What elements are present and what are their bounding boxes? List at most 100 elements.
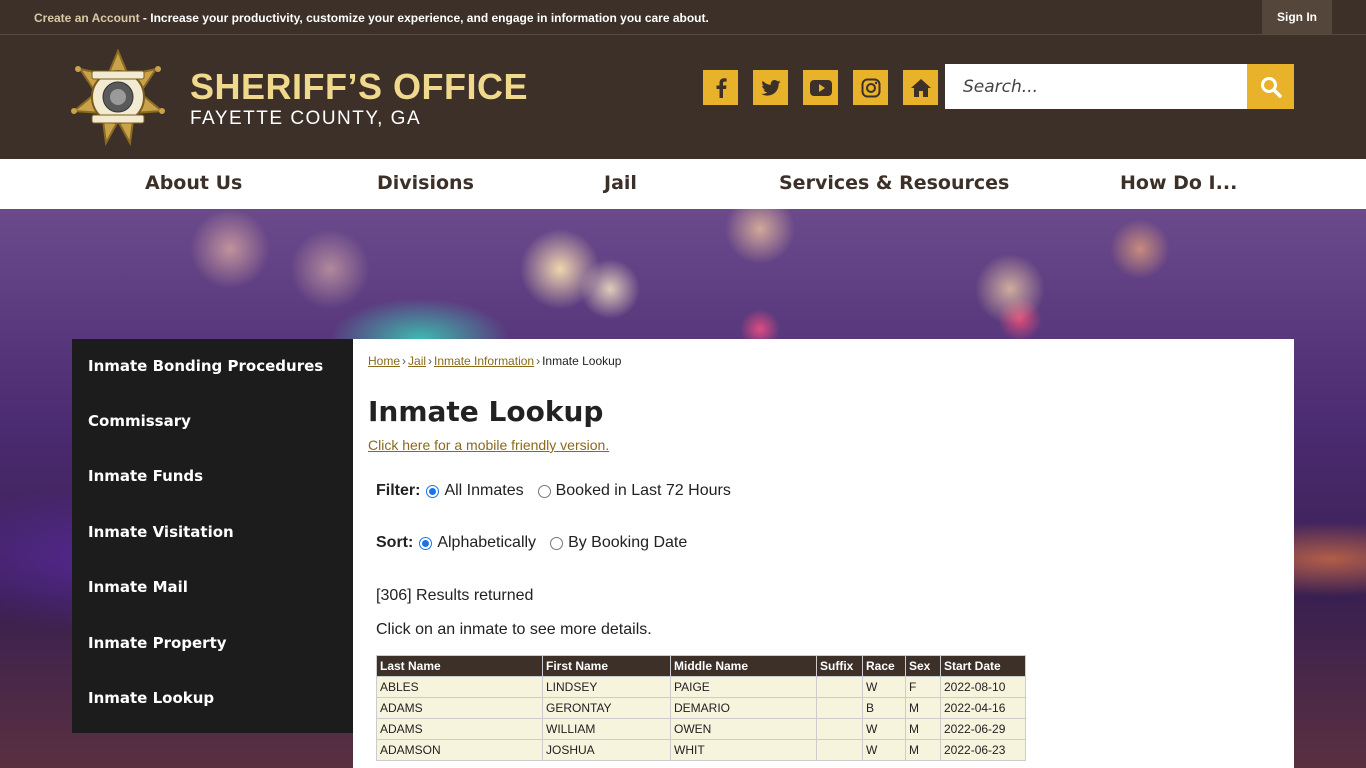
cell-race[interactable]: W bbox=[862, 676, 906, 698]
cell-sex[interactable]: M bbox=[905, 739, 941, 761]
nav-about-us[interactable]: About Us bbox=[145, 172, 242, 194]
cell-sex[interactable]: F bbox=[905, 676, 941, 698]
instagram-icon[interactable] bbox=[853, 70, 888, 105]
cell-suffix[interactable] bbox=[816, 697, 863, 719]
nav-divisions[interactable]: Divisions bbox=[377, 172, 474, 194]
home-icon[interactable] bbox=[903, 70, 938, 105]
results-count: [306] Results returned bbox=[376, 587, 534, 604]
col-first-name[interactable]: First Name bbox=[542, 655, 671, 677]
cell-last-name[interactable]: ADAMS bbox=[376, 697, 543, 719]
cell-first-name[interactable]: JOSHUA bbox=[542, 739, 671, 761]
sort-alphabetically[interactable]: Alphabetically bbox=[419, 534, 536, 552]
breadcrumb-separator: › bbox=[536, 354, 541, 368]
cell-sex[interactable]: M bbox=[905, 697, 941, 719]
table-row[interactable]: ADAMS WILLIAM OWEN W M 2022-06-29 bbox=[376, 718, 1026, 740]
cell-start-date[interactable]: 2022-06-29 bbox=[940, 718, 1026, 740]
table-row[interactable]: ADAMS GERONTAY DEMARIO B M 2022-04-16 bbox=[376, 697, 1026, 719]
cell-middle-name[interactable]: WHIT bbox=[670, 739, 817, 761]
sort-by-booking-date-radio[interactable] bbox=[550, 536, 564, 550]
sheriff-badge-logo[interactable] bbox=[70, 48, 166, 147]
col-middle-name[interactable]: Middle Name bbox=[670, 655, 817, 677]
breadcrumb-jail[interactable]: Jail bbox=[408, 354, 426, 368]
breadcrumb-home[interactable]: Home bbox=[368, 354, 400, 368]
mobile-version-link[interactable]: Click here for a mobile friendly version… bbox=[368, 437, 609, 453]
sidebar-item-commissary[interactable]: Commissary bbox=[88, 412, 191, 430]
site-subtitle: FAYETTE COUNTY, GA bbox=[190, 108, 422, 129]
filter-last-72-hours-label[interactable]: Booked in Last 72 Hours bbox=[556, 482, 731, 500]
breadcrumb-current: Inmate Lookup bbox=[542, 354, 622, 368]
cell-race[interactable]: B bbox=[862, 697, 906, 719]
breadcrumb-separator: › bbox=[402, 354, 407, 368]
nav-services-resources[interactable]: Services & Resources bbox=[779, 172, 1009, 194]
col-suffix[interactable]: Suffix bbox=[816, 655, 863, 677]
main-nav: About Us Divisions Jail Services & Resou… bbox=[0, 159, 1366, 209]
cell-suffix[interactable] bbox=[816, 676, 863, 698]
cell-sex[interactable]: M bbox=[905, 718, 941, 740]
sidebar-item-inmate-visitation[interactable]: Inmate Visitation bbox=[88, 523, 234, 541]
cell-first-name[interactable]: WILLIAM bbox=[542, 718, 671, 740]
col-sex[interactable]: Sex bbox=[905, 655, 941, 677]
cell-suffix[interactable] bbox=[816, 739, 863, 761]
youtube-icon[interactable] bbox=[803, 70, 838, 105]
col-start-date[interactable]: Start Date bbox=[940, 655, 1026, 677]
cell-start-date[interactable]: 2022-06-23 bbox=[940, 739, 1026, 761]
search-input[interactable] bbox=[945, 64, 1247, 109]
top-utility-bar: Create an Account - Increase your produc… bbox=[0, 0, 1366, 35]
sort-by-booking-date[interactable]: By Booking Date bbox=[550, 534, 687, 552]
search-icon bbox=[1260, 76, 1282, 98]
sidebar-item-inmate-lookup[interactable]: Inmate Lookup bbox=[88, 689, 214, 707]
sidebar-item-inmate-bonding[interactable]: Inmate Bonding Procedures bbox=[88, 357, 323, 375]
cell-last-name[interactable]: ADAMSON bbox=[376, 739, 543, 761]
sidebar-menu: Inmate Bonding Procedures Commissary Inm… bbox=[72, 339, 353, 733]
sidebar-item-inmate-mail[interactable]: Inmate Mail bbox=[88, 578, 188, 596]
breadcrumb-inmate-information[interactable]: Inmate Information bbox=[434, 354, 534, 368]
create-account-link[interactable]: Create an Account bbox=[34, 11, 140, 25]
table-row[interactable]: ABLES LINDSEY PAIGE W F 2022-08-10 bbox=[376, 676, 1026, 698]
filter-last-72-hours[interactable]: Booked in Last 72 Hours bbox=[537, 482, 731, 500]
twitter-icon[interactable] bbox=[753, 70, 788, 105]
table-row[interactable]: ADAMSON JOSHUA WHIT W M 2022-06-23 bbox=[376, 739, 1026, 761]
nav-jail[interactable]: Jail bbox=[604, 172, 637, 194]
cell-last-name[interactable]: ADAMS bbox=[376, 718, 543, 740]
col-race[interactable]: Race bbox=[862, 655, 906, 677]
sort-row: Sort: Alphabetically By Booking Date bbox=[376, 534, 701, 552]
sign-in-button[interactable]: Sign In bbox=[1262, 0, 1332, 34]
filter-all-inmates-radio[interactable] bbox=[426, 484, 440, 498]
col-last-name[interactable]: Last Name bbox=[376, 655, 543, 677]
facebook-icon[interactable] bbox=[703, 70, 738, 105]
search-button[interactable] bbox=[1247, 64, 1294, 109]
site-title[interactable]: SHERIFF’S OFFICE bbox=[190, 66, 528, 108]
cell-last-name[interactable]: ABLES bbox=[376, 676, 543, 698]
instructions-text: Click on an inmate to see more details. bbox=[376, 621, 652, 638]
cell-race[interactable]: W bbox=[862, 739, 906, 761]
cell-first-name[interactable]: GERONTAY bbox=[542, 697, 671, 719]
cell-suffix[interactable] bbox=[816, 718, 863, 740]
account-message: Create an Account - Increase your produc… bbox=[34, 11, 709, 25]
cell-middle-name[interactable]: OWEN bbox=[670, 718, 817, 740]
filter-last-72-hours-radio[interactable] bbox=[537, 484, 551, 498]
account-message-text: - Increase your productivity, customize … bbox=[139, 11, 709, 25]
sort-alphabetically-label[interactable]: Alphabetically bbox=[437, 534, 536, 552]
nav-how-do-i[interactable]: How Do I... bbox=[1120, 172, 1237, 194]
main-content: Home › Jail › Inmate Information › Inmate Look… bbox=[353, 339, 1294, 768]
table-header-row: Last Name First Name Middle Name Suffix … bbox=[376, 655, 1026, 677]
cell-middle-name[interactable]: PAIGE bbox=[670, 676, 817, 698]
cell-middle-name[interactable]: DEMARIO bbox=[670, 697, 817, 719]
filter-row: Filter: All Inmates Booked in Last 72 Ho… bbox=[376, 482, 745, 500]
inmate-table: Last Name First Name Middle Name Suffix … bbox=[376, 655, 1026, 761]
sidebar-item-inmate-property[interactable]: Inmate Property bbox=[88, 634, 227, 652]
cell-start-date[interactable]: 2022-04-16 bbox=[940, 697, 1026, 719]
sort-label: Sort: bbox=[376, 534, 414, 551]
cell-race[interactable]: W bbox=[862, 718, 906, 740]
sidebar-item-inmate-funds[interactable]: Inmate Funds bbox=[88, 467, 203, 485]
filter-all-inmates-label[interactable]: All Inmates bbox=[444, 482, 523, 500]
filter-label: Filter: bbox=[376, 482, 421, 499]
sort-by-booking-date-label[interactable]: By Booking Date bbox=[568, 534, 687, 552]
site-header: SHERIFF’S OFFICE FAYETTE COUNTY, GA bbox=[0, 35, 1366, 159]
sort-alphabetically-radio[interactable] bbox=[419, 536, 433, 550]
filter-all-inmates[interactable]: All Inmates bbox=[426, 482, 524, 500]
breadcrumb: Home › Jail › Inmate Information › Inmate Look… bbox=[368, 354, 621, 368]
cell-start-date[interactable]: 2022-08-10 bbox=[940, 676, 1026, 698]
cell-first-name[interactable]: LINDSEY bbox=[542, 676, 671, 698]
page-title: Inmate Lookup bbox=[368, 395, 604, 428]
